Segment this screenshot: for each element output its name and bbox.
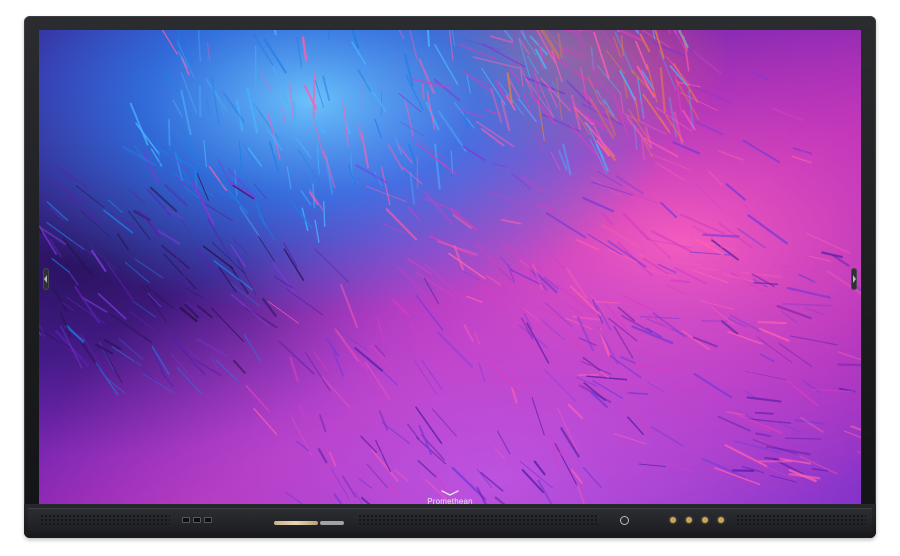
paint-stroke — [784, 437, 822, 440]
promethean-logo-icon — [441, 490, 459, 496]
pen-tray[interactable] — [274, 521, 318, 525]
input-button-icon[interactable] — [718, 517, 724, 523]
chevron-right-icon[interactable] — [851, 268, 857, 290]
brand-badge: Promethean — [408, 490, 492, 506]
paint-stroke — [322, 201, 326, 228]
paint-stroke — [198, 85, 202, 118]
paint-stroke — [421, 83, 425, 101]
brand-name: Promethean — [427, 497, 473, 506]
chevron-left-icon[interactable] — [43, 268, 49, 290]
speaker-grille-center — [358, 514, 598, 526]
paint-stroke — [757, 320, 787, 325]
volume-button-icon[interactable] — [702, 517, 708, 523]
menu-button-icon[interactable] — [670, 517, 676, 523]
paint-stroke — [312, 72, 316, 118]
power-icon[interactable] — [620, 516, 629, 525]
paint-stroke — [837, 363, 861, 367]
speaker-grille-right — [736, 514, 866, 526]
paint-stroke — [731, 469, 755, 473]
stage: Promethean — [0, 0, 900, 556]
display-screen[interactable] — [39, 30, 861, 504]
speaker-grille-left — [40, 514, 170, 526]
pen-slot[interactable] — [320, 521, 344, 525]
hdmi-port-icon[interactable] — [204, 517, 212, 523]
paint-stroke — [754, 411, 774, 415]
home-button-icon[interactable] — [686, 517, 692, 523]
front-ports[interactable] — [182, 517, 212, 523]
front-buttons — [670, 517, 724, 523]
control-bar — [28, 508, 872, 531]
interactive-display: Promethean — [24, 16, 876, 538]
usb-port-icon[interactable] — [193, 517, 201, 523]
usb-port-icon[interactable] — [182, 517, 190, 523]
abstract-wallpaper — [39, 30, 861, 504]
paint-stroke — [167, 118, 171, 147]
